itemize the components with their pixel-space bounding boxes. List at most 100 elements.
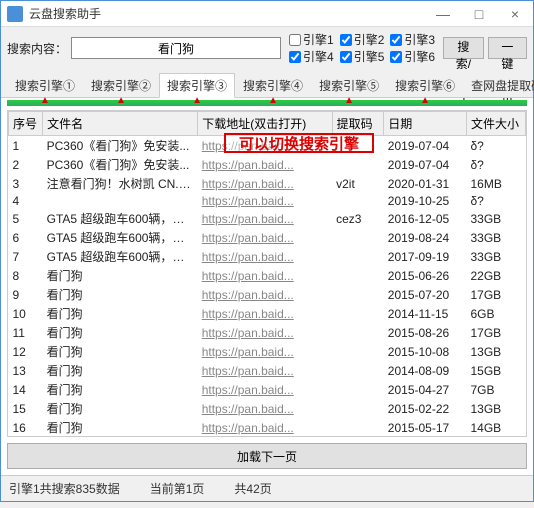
cell: 2019-08-24 — [384, 228, 467, 247]
cell: 2 — [9, 155, 43, 174]
table-row[interactable]: 5GTA5 超级跑车600辆，单...https://pan.baid...ce… — [9, 209, 526, 228]
tab-1[interactable]: 搜索引擎①▲ — [7, 73, 83, 97]
cell: 看门狗 — [43, 342, 198, 361]
cell: 看门狗 — [43, 285, 198, 304]
download-link[interactable]: https://pan.baid... — [198, 228, 332, 247]
cell: 5 — [9, 209, 43, 228]
table-row[interactable]: 1PC360《看门狗》免安装...https://pan.baid...2019… — [9, 136, 526, 156]
close-button[interactable]: × — [497, 1, 533, 27]
cell: 15GB — [467, 361, 526, 380]
tab-4[interactable]: 搜索引擎④▲ — [235, 73, 311, 97]
engine-checkbox-1[interactable]: 引擎1 — [289, 31, 334, 48]
search-input[interactable] — [71, 37, 281, 59]
cell: 2014-11-15 — [384, 304, 467, 323]
results-table-wrapper[interactable]: 可以切换搜索引擎 序号文件名下载地址(双击打开)提取码日期文件大小 1PC360… — [7, 110, 527, 437]
cell — [332, 247, 384, 266]
search-label: 搜索内容： — [7, 40, 67, 57]
engine-checkbox-2[interactable]: 引擎2 — [340, 31, 385, 48]
tab-5[interactable]: 搜索引擎⑤▲ — [311, 73, 387, 97]
download-link[interactable]: https://pan.baid... — [198, 247, 332, 266]
cell: 2017-09-19 — [384, 247, 467, 266]
search-button[interactable]: 搜索/回车 — [443, 37, 484, 59]
cell: 2015-05-17 — [384, 418, 467, 437]
cell: 注意看门狗！水树凯 CN.zip — [43, 174, 198, 193]
cell: 14 — [9, 380, 43, 399]
table-row[interactable]: 14看门狗https://pan.baid...2015-04-277GB — [9, 380, 526, 399]
table-row[interactable]: 12看门狗https://pan.baid...2015-10-0813GB — [9, 342, 526, 361]
cell: 6GB — [467, 304, 526, 323]
download-link[interactable]: https://pan.baid... — [198, 399, 332, 418]
download-link[interactable]: https://pan.baid... — [198, 285, 332, 304]
download-link[interactable]: https://pan.baid... — [198, 209, 332, 228]
cell: GTA5 超级跑车600辆，单... — [43, 247, 198, 266]
engine-checkbox-4[interactable]: 引擎4 — [289, 48, 334, 65]
cell: 16MB — [467, 174, 526, 193]
table-row[interactable]: 16看门狗https://pan.baid...2015-05-1714GB — [9, 418, 526, 437]
cell: 12 — [9, 342, 43, 361]
download-link[interactable]: https://pan.baid... — [198, 380, 332, 399]
table-row[interactable]: 8看门狗https://pan.baid...2015-06-2622GB — [9, 266, 526, 285]
cell — [332, 361, 384, 380]
cell: 4 — [9, 193, 43, 209]
table-row[interactable]: 7GTA5 超级跑车600辆，单...https://pan.baid...20… — [9, 247, 526, 266]
download-link[interactable]: https://pan.baid... — [198, 136, 332, 156]
cell — [43, 193, 198, 209]
download-link[interactable]: https://pan.baid... — [198, 304, 332, 323]
column-header[interactable]: 下载地址(双击打开) — [198, 112, 332, 136]
results-table: 序号文件名下载地址(双击打开)提取码日期文件大小 1PC360《看门狗》免安装.… — [8, 111, 526, 437]
cell: 2015-02-22 — [384, 399, 467, 418]
column-header[interactable]: 文件大小 — [467, 112, 526, 136]
download-link[interactable]: https://pan.baid... — [198, 266, 332, 285]
download-link[interactable]: https://pan.baid... — [198, 323, 332, 342]
cell: 看门狗 — [43, 399, 198, 418]
table-row[interactable]: 9看门狗https://pan.baid...2015-07-2017GB — [9, 285, 526, 304]
cell: 看门狗 — [43, 361, 198, 380]
download-link[interactable]: https://pan.baid... — [198, 155, 332, 174]
cell: GTA5 超级跑车600辆，单... — [43, 228, 198, 247]
download-link[interactable]: https://pan.baid... — [198, 193, 332, 209]
tab-7[interactable]: 查网盘提取码 — [463, 73, 534, 97]
cell — [332, 418, 384, 437]
tab-3[interactable]: 搜索引擎③▲ — [159, 73, 235, 98]
status-count: 引擎1共搜索835数据 — [9, 480, 120, 497]
tab-arrow-icon: ▲ — [116, 96, 126, 106]
cell: 看门狗 — [43, 380, 198, 399]
column-header[interactable]: 序号 — [9, 112, 43, 136]
minimize-button[interactable]: — — [425, 1, 461, 27]
table-row[interactable]: 15看门狗https://pan.baid...2015-02-2213GB — [9, 399, 526, 418]
cell: 9 — [9, 285, 43, 304]
tab-6[interactable]: 搜索引擎⑥▲ — [387, 73, 463, 97]
engine-checkbox-6[interactable]: 引擎6 — [390, 48, 435, 65]
download-link[interactable]: https://pan.baid... — [198, 174, 332, 193]
table-row[interactable]: 13看门狗https://pan.baid...2014-08-0915GB — [9, 361, 526, 380]
cell: 2015-10-08 — [384, 342, 467, 361]
cell: 2016-12-05 — [384, 209, 467, 228]
tab-arrow-icon: ▲ — [268, 96, 278, 106]
cell: 2020-01-31 — [384, 174, 467, 193]
load-more-button[interactable]: 加载下一页 — [7, 443, 527, 469]
download-link[interactable]: https://pan.baid... — [198, 418, 332, 437]
cell: 3 — [9, 174, 43, 193]
engine-checkbox-5[interactable]: 引擎5 — [340, 48, 385, 65]
table-row[interactable]: 6GTA5 超级跑车600辆，单...https://pan.baid...20… — [9, 228, 526, 247]
table-row[interactable]: 4https://pan.baid...2019-10-25δ? — [9, 193, 526, 209]
cell: 看门狗 — [43, 418, 198, 437]
app-icon — [7, 6, 23, 22]
table-row[interactable]: 3注意看门狗！水树凯 CN.ziphttps://pan.baid...v2it… — [9, 174, 526, 193]
column-header[interactable]: 提取码 — [332, 112, 384, 136]
table-row[interactable]: 2PC360《看门狗》免安装...https://pan.baid...2019… — [9, 155, 526, 174]
table-row[interactable]: 11看门狗https://pan.baid...2015-08-2617GB — [9, 323, 526, 342]
download-link[interactable]: https://pan.baid... — [198, 361, 332, 380]
next-page-button[interactable]: 一键翻页 — [488, 37, 527, 59]
engine-checkbox-3[interactable]: 引擎3 — [390, 31, 435, 48]
column-header[interactable]: 文件名 — [43, 112, 198, 136]
table-row[interactable]: 10看门狗https://pan.baid...2014-11-156GB — [9, 304, 526, 323]
maximize-button[interactable]: □ — [461, 1, 497, 27]
cell: 2019-07-04 — [384, 136, 467, 156]
cell: 13GB — [467, 399, 526, 418]
download-link[interactable]: https://pan.baid... — [198, 342, 332, 361]
cell: cez3 — [332, 209, 384, 228]
column-header[interactable]: 日期 — [384, 112, 467, 136]
tab-2[interactable]: 搜索引擎②▲ — [83, 73, 159, 97]
cell: PC360《看门狗》免安装... — [43, 155, 198, 174]
